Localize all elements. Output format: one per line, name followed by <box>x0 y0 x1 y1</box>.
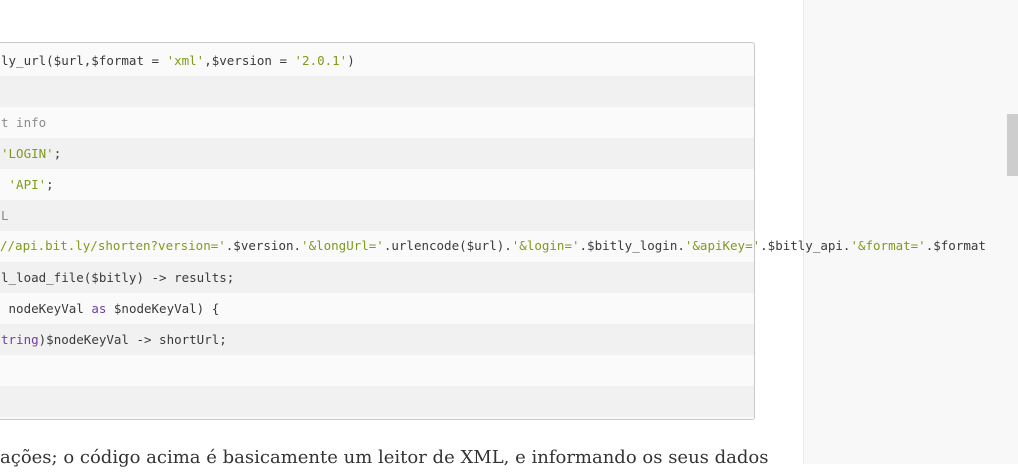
code-token: )$nodeKeyVal -> shortUrl; <box>38 332 227 347</box>
code-line <box>0 76 754 107</box>
code-token: as <box>91 301 107 316</box>
code-token: l_load_file($bitly) -> results; <box>1 270 235 285</box>
code-token: .urlencode($url). <box>383 238 512 253</box>
code-token: .$bitly_api. <box>760 238 851 253</box>
code-line <box>0 386 754 417</box>
code-line: L <box>0 200 754 231</box>
code-line: nodeKeyVal as $nodeKeyVal) { <box>0 293 754 324</box>
code-line: 'API'; <box>0 169 754 200</box>
code-token: '&login=' <box>511 238 580 253</box>
article-paragraph: ações; o código acima é basicamente um l… <box>0 447 769 468</box>
page-top <box>0 0 803 1</box>
code-token: t info <box>1 115 47 130</box>
code-token: 'LOGIN' <box>1 146 54 161</box>
code-token: //api.bit.ly/shorten?version=' <box>0 238 226 253</box>
code-token: nodeKeyVal <box>1 301 92 316</box>
code-token: 'API' <box>8 177 47 192</box>
code-line-overflow: //api.bit.ly/shorten?version='.$version.… <box>0 230 986 261</box>
page-scrollbar[interactable] <box>1005 0 1018 464</box>
code-line: ly_url($url,$format = 'xml',$version = '… <box>0 45 754 76</box>
code-token: .$version. <box>225 238 302 253</box>
code-token: ; <box>46 177 54 192</box>
code-token: ,$version = <box>204 53 295 68</box>
code-token: '&format=' <box>850 238 926 253</box>
code-token: ; <box>53 146 62 161</box>
code-token: ) <box>347 53 355 68</box>
code-token: 'xml' <box>166 53 205 68</box>
code-token: $nodeKeyVal) { <box>106 301 220 316</box>
code-line: l_load_file($bitly) -> results; <box>0 262 754 293</box>
code-token: '&longUrl=' <box>301 238 384 253</box>
code-token: tring <box>1 332 39 347</box>
code-token: L <box>1 208 9 223</box>
code-token: ly_url($url,$format = <box>1 53 167 68</box>
code-token: '2.0.1' <box>294 53 348 68</box>
code-line: 'LOGIN'; <box>0 138 754 169</box>
code-token: '&apiKey=' <box>684 238 761 253</box>
code-line: tring)$nodeKeyVal -> shortUrl; <box>0 324 754 355</box>
page-scrollbar-thumb[interactable] <box>1007 114 1018 176</box>
code-line: t info <box>0 107 754 138</box>
code-token: .$format <box>925 238 986 253</box>
code-token: .$bitly_login. <box>579 238 685 253</box>
